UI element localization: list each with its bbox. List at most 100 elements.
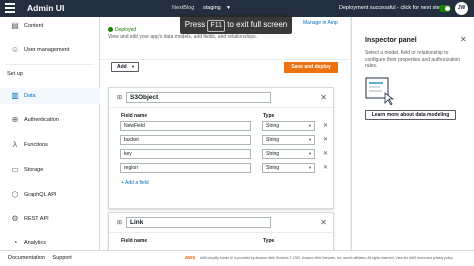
add-button-label: Add — [117, 64, 127, 70]
fullscreen-notice: Press F11 to exit full screen — [180, 15, 292, 34]
sidebar-item-rest-api[interactable]: ⚙ REST API — [0, 211, 100, 227]
column-header-type: Type — [263, 238, 275, 244]
inspector-panel: Inspector panel ✕ Select a model, field … — [351, 17, 474, 250]
fullscreen-key: F11 — [207, 20, 225, 32]
model-card-header: ⊞ Link ✕ — [109, 213, 333, 233]
sidebar-item-label: REST API — [24, 216, 49, 222]
drag-handle-icon[interactable]: ⊞ — [117, 219, 122, 226]
chevron-down-icon: ▼ — [308, 165, 312, 170]
close-icon[interactable]: ✕ — [320, 93, 327, 102]
column-header-field-name: Field name — [121, 113, 148, 119]
avatar[interactable]: JW — [455, 2, 468, 15]
data-icon: ▥ — [11, 91, 19, 100]
field-name-input[interactable]: NewField — [120, 121, 251, 131]
drag-handle-icon[interactable]: ⊞ — [117, 94, 122, 101]
legal-text: AWS Amplify Admin UI is provided by Amaz… — [200, 256, 454, 260]
field-type-value: String — [266, 123, 280, 129]
close-icon[interactable]: ✕ — [323, 122, 328, 129]
documentation-link[interactable]: Documentation — [8, 255, 45, 261]
manage-link[interactable]: Manage in Amp — [303, 20, 338, 26]
sidebar-item-label: User management — [24, 47, 70, 53]
deploy-toggle[interactable] — [439, 5, 451, 12]
content-icon: ▤ — [11, 21, 19, 30]
sidebar-item-content[interactable]: ▤ Content — [0, 18, 100, 34]
aws-logo: aws — [185, 255, 196, 261]
field-type-select[interactable]: String ▼ — [262, 121, 315, 131]
sidebar-item-authentication[interactable]: ⊕ Authentication — [0, 112, 100, 128]
sidebar-item-storage[interactable]: ▭ Storage — [0, 162, 100, 178]
divider — [6, 64, 94, 65]
field-row: NewField String ▼ ✕ — [120, 121, 336, 131]
divider — [100, 59, 350, 60]
model-card-s3object[interactable]: ⊞ S3Object ✕ Field name Type NewField St… — [108, 87, 334, 209]
field-type-value: String — [266, 165, 280, 171]
status-label: Deployed — [115, 27, 137, 33]
page-description: View and edit your app's data models, ad… — [108, 34, 258, 40]
model-card-link[interactable]: ⊞ Link ✕ Field name Type — [108, 212, 334, 250]
add-field-link[interactable]: + Add a field — [121, 180, 149, 186]
user-icon: ☺ — [10, 45, 20, 54]
field-row: key String ▼ ✕ — [120, 149, 336, 159]
add-button[interactable]: Add ▼ — [111, 62, 139, 72]
footer: Documentation Support aws AWS Amplify Ad… — [0, 250, 474, 266]
field-name-input[interactable]: region — [120, 163, 251, 173]
sidebar-item-label: GraphQL API — [24, 192, 57, 198]
field-name-input[interactable]: bucket — [120, 135, 251, 145]
analytics-icon: ◔ — [12, 238, 18, 247]
menu-icon[interactable] — [5, 3, 15, 14]
field-row: region String ▼ ✕ — [120, 163, 336, 173]
check-circle-icon — [108, 27, 113, 32]
sidebar-item-data[interactable]: ▥ Data — [0, 88, 100, 104]
sidebar-item-label: Functions — [24, 142, 48, 148]
sidebar-item-functions[interactable]: λ Functions — [0, 137, 100, 153]
storage-icon: ▭ — [11, 165, 19, 174]
sidebar: ▤ Content ☺ User management Set up ▥ Dat… — [0, 17, 100, 250]
rest-api-icon: ⚙ — [11, 214, 19, 223]
data-modeling-canvas: Manage in Amp Deployed View and edit you… — [100, 17, 350, 250]
learn-more-button[interactable]: Learn more about data modeling — [365, 110, 456, 120]
footer-links: Documentation Support — [8, 255, 78, 261]
deploy-status-message[interactable]: Deployment successful - click for next s… — [339, 5, 446, 11]
inspector-description: Select a model, field or relationship to… — [365, 50, 461, 69]
column-header-field-name: Field name — [121, 238, 148, 244]
authentication-icon: ⊕ — [11, 115, 19, 124]
fullscreen-suffix: to exit full screen — [227, 20, 288, 29]
app-title: Admin UI — [27, 3, 65, 13]
chevron-down-icon[interactable]: ▼ — [226, 5, 231, 11]
close-icon[interactable]: ✕ — [320, 218, 327, 227]
close-icon[interactable]: ✕ — [323, 136, 328, 143]
chevron-down-icon: ▼ — [308, 151, 312, 156]
field-type-select[interactable]: String ▼ — [262, 149, 315, 159]
model-name-input[interactable]: S3Object — [126, 92, 271, 103]
close-icon[interactable]: ✕ — [323, 150, 328, 157]
field-type-value: String — [266, 151, 280, 157]
app-name[interactable]: NextBlog — [172, 5, 194, 11]
chevron-down-icon: ▼ — [308, 123, 312, 128]
sidebar-item-graphql-api[interactable]: ⬡ GraphQL API — [0, 187, 100, 203]
field-type-select[interactable]: String ▼ — [262, 135, 315, 145]
deployed-status: Deployed — [108, 27, 136, 33]
support-link[interactable]: Support — [53, 255, 72, 261]
sidebar-item-label: Authentication — [24, 117, 59, 123]
sidebar-item-label: Storage — [24, 167, 44, 173]
fullscreen-prefix: Press — [184, 20, 206, 29]
column-header-type: Type — [263, 113, 275, 119]
sidebar-item-user-management[interactable]: ☺ User management — [0, 42, 100, 58]
close-icon[interactable]: ✕ — [323, 164, 328, 171]
add-field-label: Add a field — [125, 180, 149, 186]
lambda-icon: λ — [13, 140, 17, 149]
environment-selector[interactable]: staging — [203, 5, 221, 11]
sidebar-item-analytics[interactable]: ◔ Analytics — [0, 235, 100, 251]
sidebar-section-title: Set up — [7, 71, 23, 77]
model-card-header: ⊞ S3Object ✕ — [109, 88, 333, 108]
save-and-deploy-button[interactable]: Save and deploy — [284, 62, 338, 73]
sidebar-item-label: Analytics — [24, 240, 47, 246]
sidebar-item-label: Data — [24, 93, 36, 99]
field-type-select[interactable]: String ▼ — [262, 163, 315, 173]
inspector-title: Inspector panel — [365, 37, 417, 44]
chevron-down-icon: ▼ — [308, 137, 312, 142]
model-name-input[interactable]: Link — [126, 217, 271, 228]
field-type-value: String — [266, 137, 280, 143]
close-icon[interactable]: ✕ — [460, 35, 467, 44]
field-name-input[interactable]: key — [120, 149, 251, 159]
